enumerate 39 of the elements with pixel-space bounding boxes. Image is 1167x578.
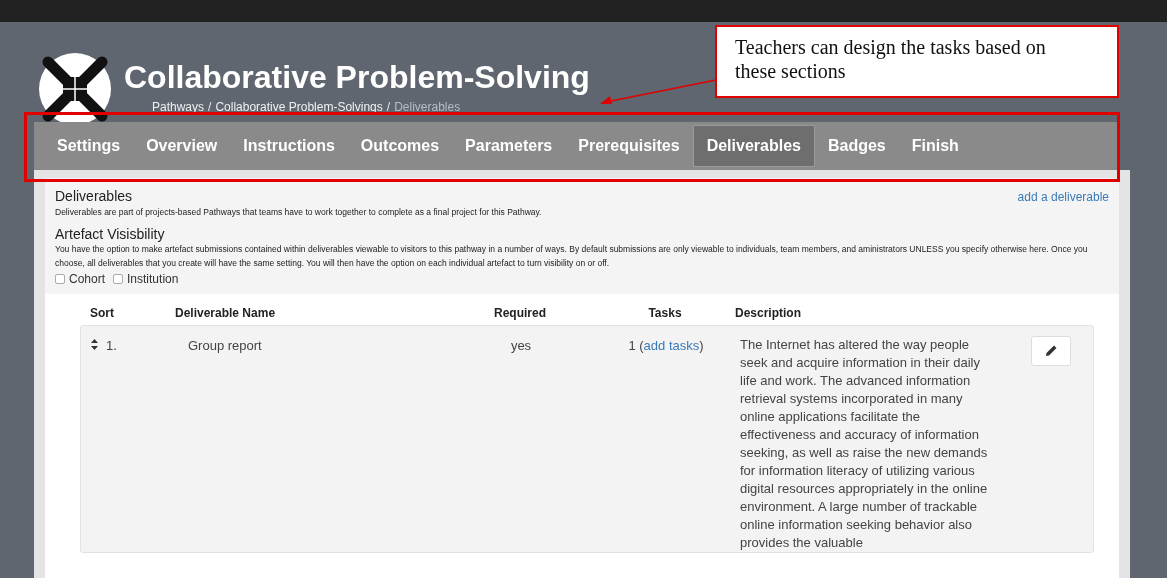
- closing-paren: ): [699, 337, 704, 355]
- add-tasks-link[interactable]: add tasks: [643, 336, 700, 552]
- column-header: Required: [493, 305, 547, 322]
- column-header: Description: [735, 305, 802, 322]
- breadcrumb-link[interactable]: Pathways: [152, 98, 205, 116]
- add-deliverable-link[interactable]: add a deliverable: [1017, 188, 1109, 206]
- nav-tab[interactable]: Prerequisites: [565, 122, 693, 170]
- tasks-count: 1 (: [628, 337, 644, 355]
- nav-tab[interactable]: Finish: [898, 122, 972, 170]
- deliverable-name: Group report: [187, 337, 263, 355]
- section-title: Artefact Visisbility: [55, 226, 166, 242]
- column-header: Sort: [90, 305, 115, 322]
- checkbox[interactable]: [113, 274, 124, 284]
- edit-button[interactable]: [1031, 336, 1071, 366]
- nav-tab[interactable]: Instructions: [230, 122, 348, 170]
- checkbox[interactable]: [55, 274, 65, 284]
- page-title: Collaborative Problem-Solving: [124, 58, 590, 97]
- sort-number: 1.: [106, 337, 117, 355]
- breadcrumb-separator: /: [386, 99, 391, 116]
- nav-tab[interactable]: Outcomes: [347, 122, 453, 170]
- breadcrumb-link[interactable]: Collaborative Problem-Solvings: [215, 98, 383, 116]
- breadcrumb-separator: /: [208, 99, 212, 116]
- pencil-icon: [1045, 345, 1057, 357]
- section-description: Deliverables are part of projects-based Pathways that teams have to work together to complete as a final project for this Pathway.: [55, 206, 543, 218]
- checkbox-label: Institution: [127, 271, 179, 288]
- nav-tab[interactable]: Settings: [44, 122, 134, 170]
- deliverable-description: The Internet has altered the way people seek and acquire information in their daily life and work. The advanced information retrieval systems incorporated in many online applications facilitate the effectiveness and accuracy of information seeking, as well as raise the new demands for information literacy of utilizing various digital resources appropriately in the online environment. A large number of trackable online information seeking behavior also provides the valuable: [739, 336, 989, 552]
- nav-tab[interactable]: Deliverables: [692, 125, 815, 167]
- column-header: Deliverable Name: [175, 305, 277, 322]
- column-header: Tasks: [647, 305, 683, 322]
- nav-tab[interactable]: Overview: [133, 122, 231, 170]
- nav-tab[interactable]: Badges: [814, 122, 899, 170]
- section-title: Deliverables: [55, 188, 133, 204]
- sort-handle-icon[interactable]: [91, 339, 98, 350]
- required-value: yes: [509, 337, 533, 355]
- nav-tab[interactable]: Parameters: [452, 122, 566, 170]
- annotation-text: Teachers can design the tasks based on these sections: [735, 36, 1046, 82]
- checkbox-label: Cohort: [69, 271, 106, 288]
- section-description: You have the option to make artefact submissions contained within deliverables viewable to visitors to this pathway in a number of ways. By default submissions are only viewable to individuals, team members, and aministrators UNLESS you specify otherwise here. Once you choose, all deliverables that you create will have the same setting. You will then have the option on each individual artefact to turn visibility on or off.: [55, 243, 1089, 270]
